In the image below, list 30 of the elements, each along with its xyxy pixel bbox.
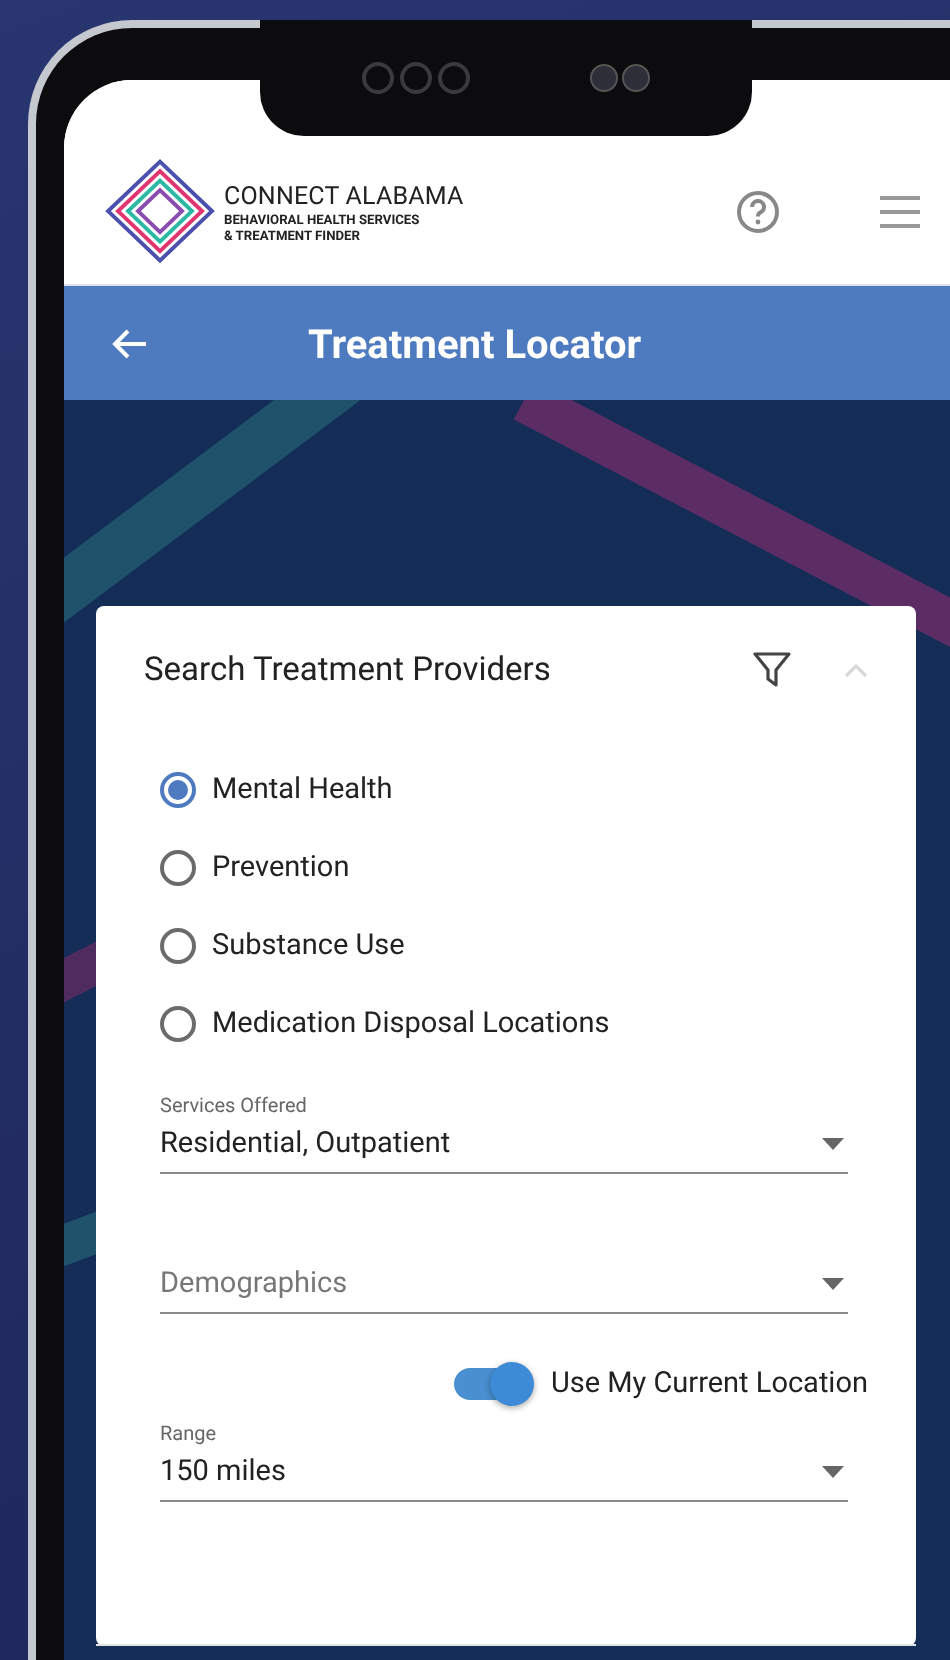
radio-option[interactable]: Mental Health [160, 766, 916, 812]
select-field[interactable]: Range 150 miles [160, 1424, 848, 1502]
dropdown-caret-icon [822, 1278, 844, 1290]
select-field[interactable]: Demographics [160, 1266, 848, 1314]
logo-title: CONNECT ALABAMA [224, 181, 464, 211]
select-field[interactable]: Services Offered Residential, Outpatient [160, 1096, 848, 1174]
filter-icon[interactable] [752, 650, 792, 690]
field-placeholder: Demographics [160, 1266, 350, 1300]
camera-icon [588, 62, 652, 94]
radio-button[interactable] [160, 849, 196, 885]
field-value: 150 miles [160, 1454, 288, 1488]
radio-option[interactable]: Prevention [160, 844, 916, 890]
sensor-icon [360, 60, 472, 96]
dropdown-caret-icon [822, 1138, 844, 1150]
field-value: Residential, Outpatient [160, 1126, 453, 1160]
radio-button[interactable] [160, 771, 196, 807]
page-title: Treatment Locator [308, 319, 642, 367]
logo-icon [104, 156, 216, 268]
dropdown-caret-icon [822, 1466, 844, 1478]
field-label: Range [160, 1424, 219, 1446]
help-icon[interactable] [736, 190, 780, 234]
radio-button[interactable] [160, 927, 196, 963]
field-label: Services Offered [160, 1096, 309, 1118]
radio-option[interactable]: Medication Disposal Locations [160, 1000, 916, 1046]
radio-button[interactable] [160, 1005, 196, 1041]
card-title: Search Treatment Providers [144, 651, 553, 689]
radio-option[interactable]: Substance Use [160, 922, 916, 968]
back-arrow-icon[interactable] [112, 327, 148, 359]
menu-icon[interactable] [880, 196, 920, 228]
toggle-label: Use My Current Location [550, 1366, 868, 1400]
